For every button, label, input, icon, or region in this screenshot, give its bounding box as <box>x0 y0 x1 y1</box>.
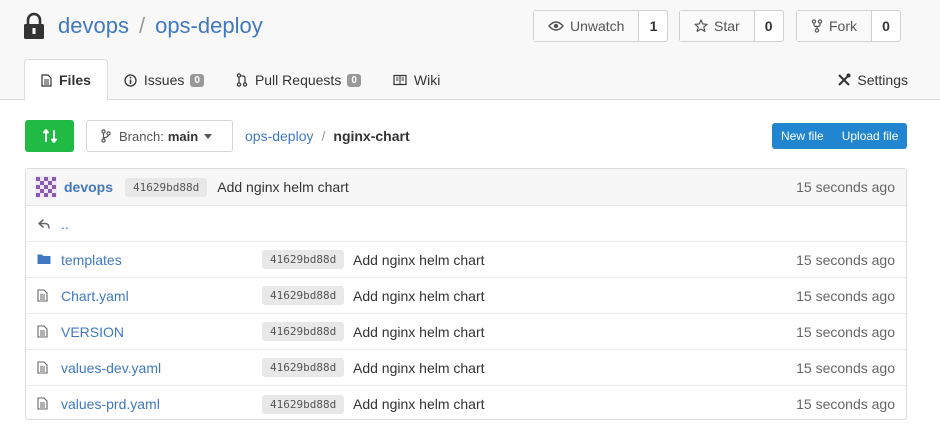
tab-pull-requests[interactable]: Pull Requests 0 <box>220 59 377 101</box>
git-branch-icon <box>101 129 111 143</box>
file-row: VERSION 41629bd88d Add nginx helm chart … <box>26 314 906 350</box>
tab-pull-requests-label: Pull Requests <box>254 72 342 88</box>
repo-name-link[interactable]: ops-deploy <box>155 13 263 39</box>
commit-message: Add nginx helm chart <box>217 179 349 195</box>
tab-files-label: Files <box>59 72 91 88</box>
commit-sha-link[interactable]: 41629bd88d <box>262 358 345 377</box>
commit-message-link[interactable]: Add nginx helm chart <box>353 396 485 412</box>
branch-name: main <box>167 128 199 144</box>
repo-tabs: Files Issues 0 Pull Requests 0 Wiki <box>24 59 456 101</box>
avatar[interactable] <box>35 176 57 198</box>
book-icon <box>393 74 407 86</box>
tab-settings[interactable]: Settings <box>829 59 916 101</box>
file-actions: New file Upload file <box>772 123 908 149</box>
fork-label: Fork <box>829 18 857 34</box>
lock-icon <box>24 12 44 39</box>
compare-button[interactable] <box>25 120 74 152</box>
file-text-icon <box>37 361 48 374</box>
star-icon <box>694 19 708 32</box>
file-name-link[interactable]: templates <box>61 252 122 268</box>
commit-message-link[interactable]: Add nginx helm chart <box>353 252 485 268</box>
chevron-down-icon <box>204 133 213 139</box>
tab-settings-label: Settings <box>857 72 908 88</box>
tab-wiki[interactable]: Wiki <box>377 59 456 101</box>
tab-files[interactable]: Files <box>24 59 108 101</box>
branch-prefix: Branch: <box>119 128 164 144</box>
repo-title: devops / ops-deploy <box>22 10 263 42</box>
commit-author-link[interactable]: devops <box>64 179 113 195</box>
commit-age: 15 seconds ago <box>796 251 895 268</box>
star-button-group: Star 0 <box>679 10 784 42</box>
fork-button-group: Fork 0 <box>796 10 901 42</box>
latest-commit-row: devops 41629bd88d Add nginx helm chart 1… <box>26 169 906 206</box>
commit-message-link[interactable]: Add nginx helm chart <box>353 288 485 304</box>
commit-sha-link[interactable]: 41629bd88d <box>125 177 208 197</box>
file-row: values-dev.yaml 41629bd88d Add nginx hel… <box>26 350 906 386</box>
file-name-link[interactable]: values-prd.yaml <box>61 396 160 412</box>
forks-count[interactable]: 0 <box>872 11 900 41</box>
tools-icon <box>838 73 851 86</box>
compare-arrows-icon <box>42 129 57 143</box>
commit-sha-link[interactable]: 41629bd88d <box>262 286 345 305</box>
breadcrumb-repo-link[interactable]: ops-deploy <box>245 128 314 144</box>
repo-owner-link[interactable]: devops <box>58 13 129 39</box>
commit-age: 15 seconds ago <box>796 323 895 340</box>
fork-icon <box>811 19 823 33</box>
stars-count[interactable]: 0 <box>755 11 783 41</box>
commit-age: 15 seconds ago <box>796 359 895 376</box>
tab-issues-label: Issues <box>143 72 185 88</box>
commit-message-link[interactable]: Add nginx helm chart <box>353 360 485 376</box>
commit-age: 15 seconds ago <box>796 287 895 304</box>
unwatch-button[interactable]: Unwatch <box>534 11 640 41</box>
file-text-icon <box>37 397 48 410</box>
fork-button[interactable]: Fork <box>797 11 872 41</box>
upload-file-button[interactable]: Upload file <box>833 123 908 149</box>
star-button[interactable]: Star <box>680 11 755 41</box>
file-row: values-prd.yaml 41629bd88d Add nginx hel… <box>26 386 906 422</box>
breadcrumb-current-dir: nginx-chart <box>333 128 410 144</box>
commit-message-link[interactable]: Add nginx helm chart <box>353 324 485 340</box>
folder-icon <box>37 254 51 264</box>
commit-sha-link[interactable]: 41629bd88d <box>262 322 345 341</box>
new-file-button[interactable]: New file <box>772 123 833 149</box>
repo-title-separator: / <box>138 13 146 38</box>
repo-header: devops / ops-deploy Unwatch 1 Star 0 For… <box>0 0 940 101</box>
tab-issues[interactable]: Issues 0 <box>108 59 220 101</box>
breadcrumb: ops-deploy / nginx-chart <box>245 120 410 152</box>
star-label: Star <box>714 18 740 34</box>
reply-arrow-icon <box>38 219 50 229</box>
unwatch-label: Unwatch <box>570 18 625 34</box>
commit-age: 15 seconds ago <box>796 179 895 195</box>
parent-dir-row[interactable]: .. <box>26 206 906 242</box>
file-table: devops 41629bd88d Add nginx helm chart 1… <box>25 168 907 420</box>
tab-wiki-label: Wiki <box>413 72 441 88</box>
commit-sha-link[interactable]: 41629bd88d <box>262 394 345 414</box>
file-name-link[interactable]: Chart.yaml <box>61 288 129 304</box>
file-text-icon <box>37 289 48 302</box>
pull-requests-count-badge: 0 <box>347 73 361 87</box>
file-row: Chart.yaml 41629bd88d Add nginx helm cha… <box>26 278 906 314</box>
watch-button-group: Unwatch 1 <box>533 10 669 42</box>
info-circle-icon <box>124 73 137 87</box>
branch-selector[interactable]: Branch: main <box>86 120 233 152</box>
file-text-icon <box>37 325 48 338</box>
eye-icon <box>548 21 564 31</box>
commit-sha-link[interactable]: 41629bd88d <box>262 250 345 269</box>
parent-dir-link[interactable]: .. <box>61 216 69 232</box>
file-name-link[interactable]: values-dev.yaml <box>61 360 161 376</box>
issues-count-badge: 0 <box>190 73 204 87</box>
file-name-link[interactable]: VERSION <box>61 324 124 340</box>
git-pull-request-icon <box>236 73 248 87</box>
breadcrumb-separator: / <box>321 128 326 144</box>
commit-age: 15 seconds ago <box>796 396 895 412</box>
file-text-icon <box>41 73 52 87</box>
watchers-count[interactable]: 1 <box>639 11 667 41</box>
file-row: templates 41629bd88d Add nginx helm char… <box>26 242 906 278</box>
